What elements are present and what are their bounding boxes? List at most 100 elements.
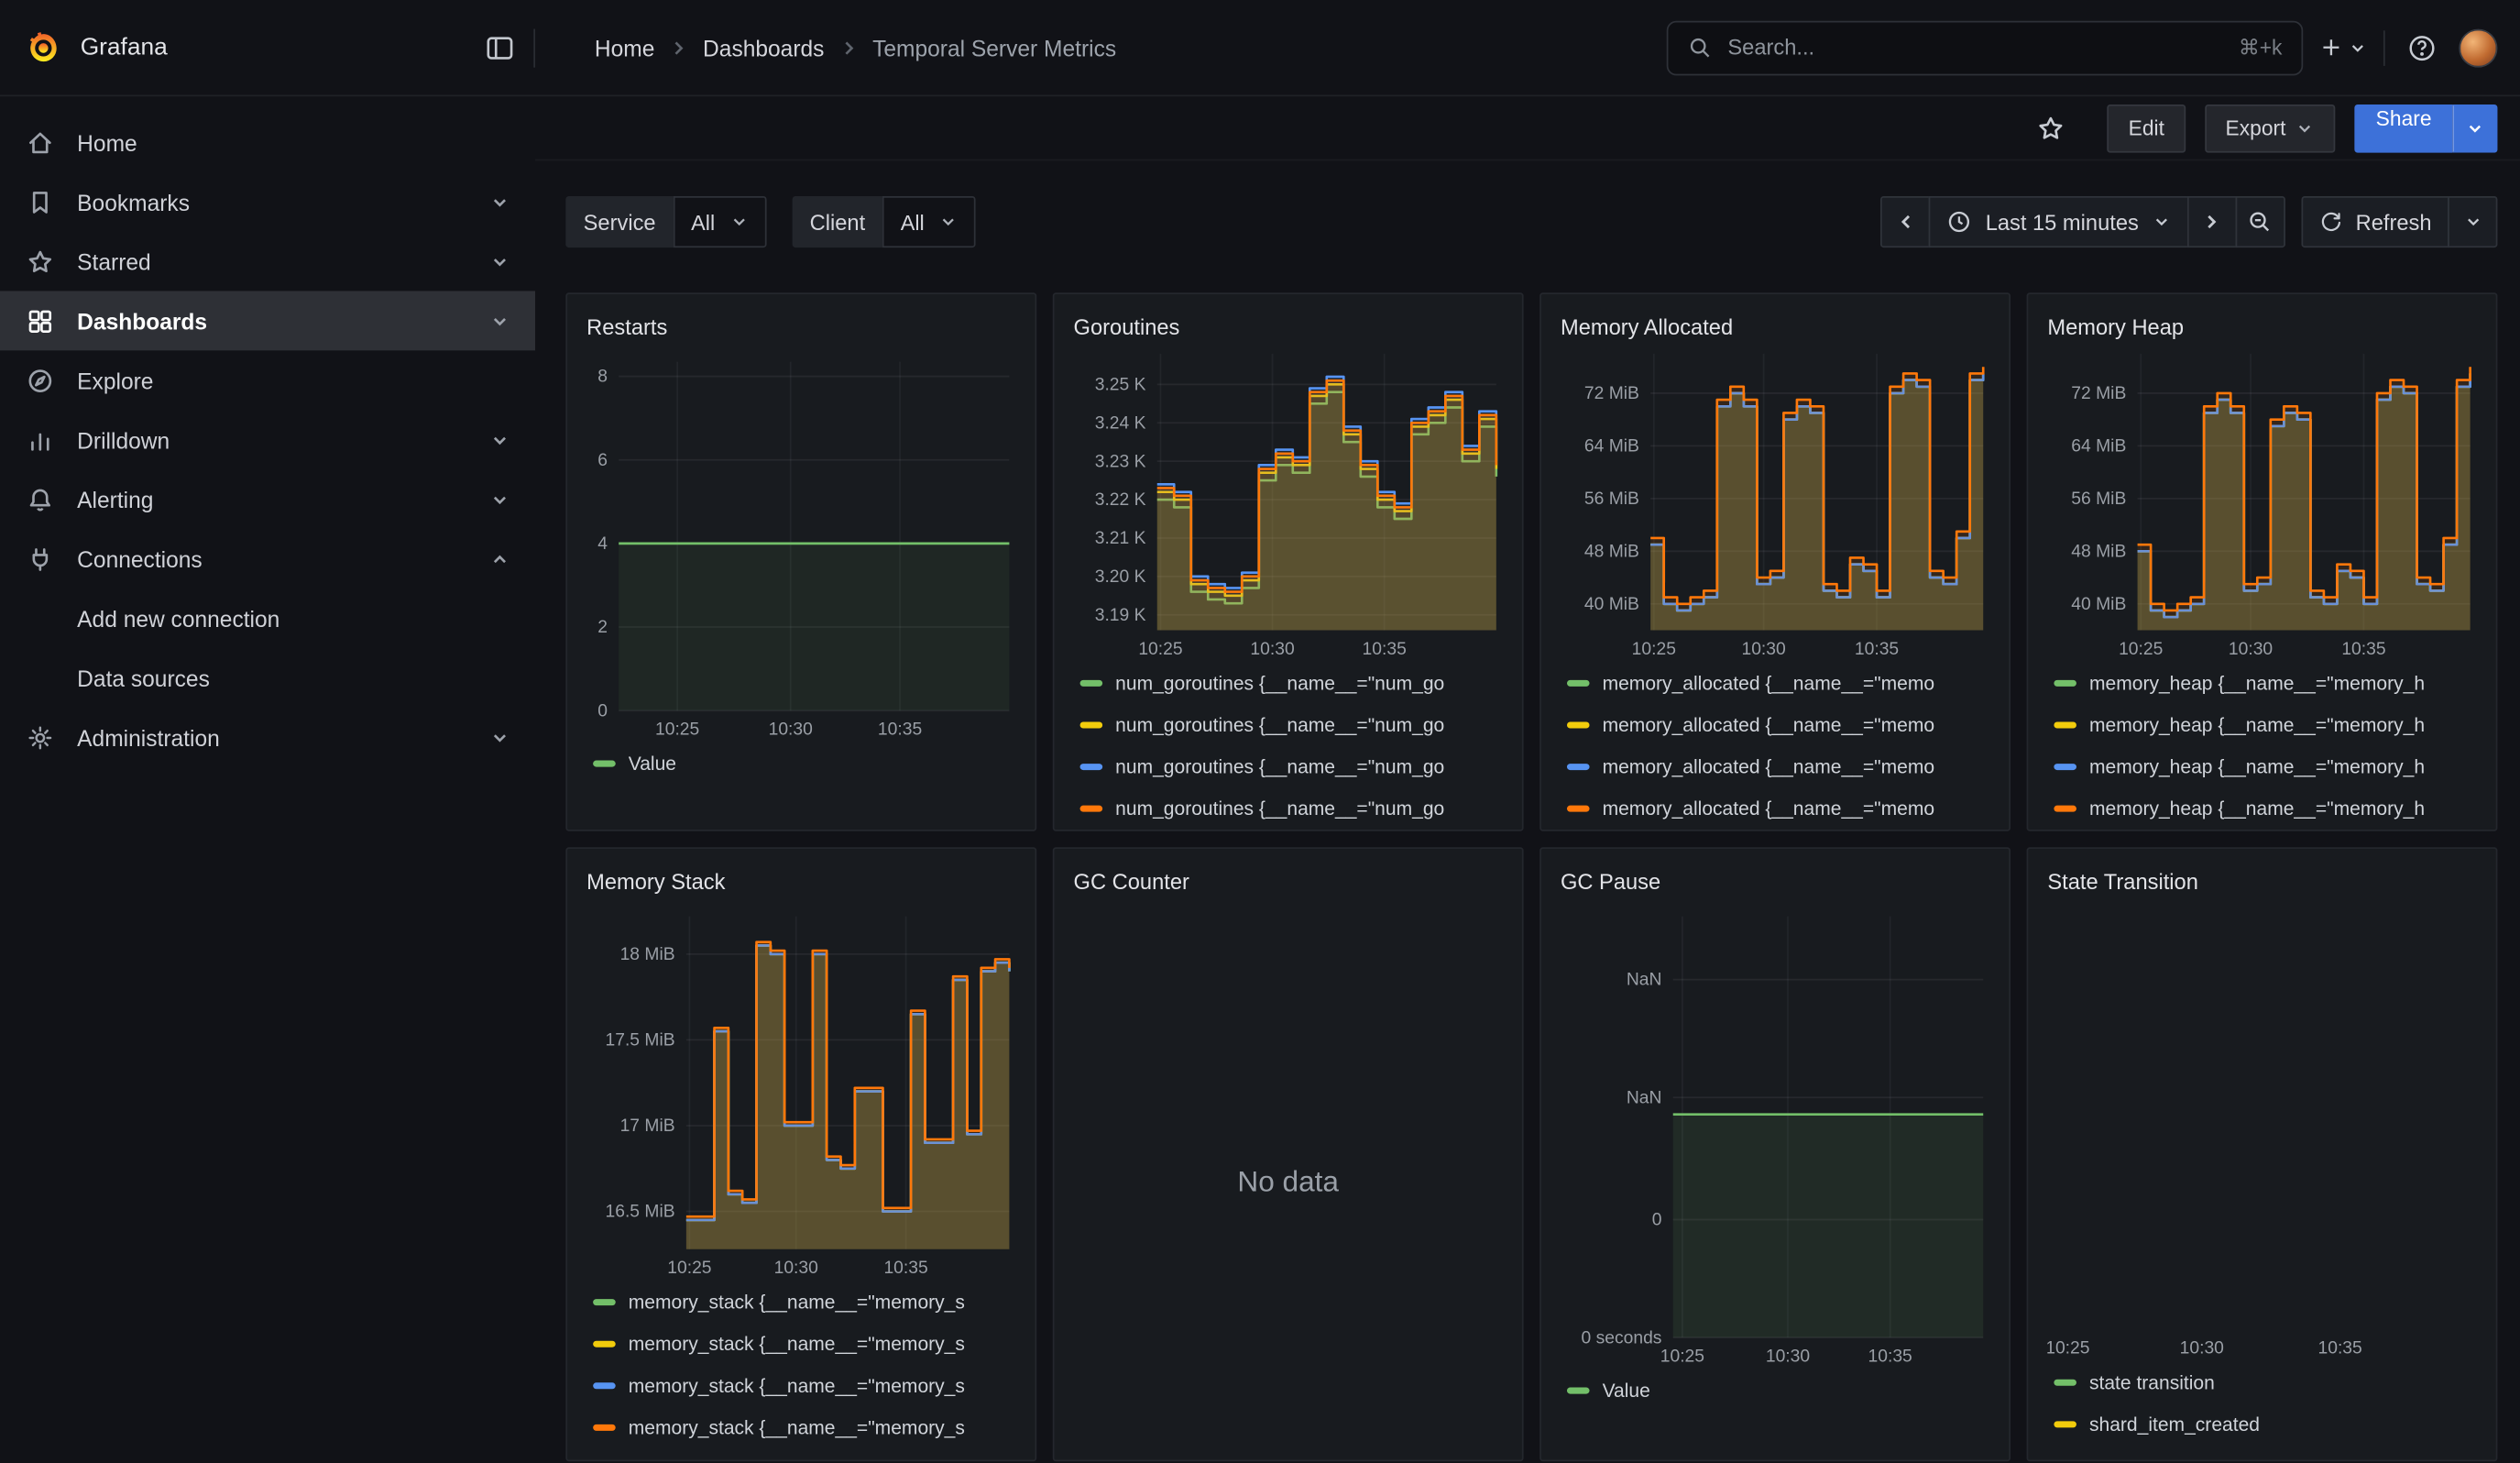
panel-title[interactable]: Memory Allocated — [1561, 307, 1989, 341]
star-icon — [2037, 114, 2066, 143]
legend-item[interactable]: memory_stack {__name__="memory_s — [593, 1365, 1015, 1407]
sidebar-item-data-sources[interactable]: Data sources — [0, 648, 535, 708]
time-series-chart[interactable]: 10:2510:3010:3572 MiB64 MiB56 MiB48 MiB4… — [2047, 341, 2480, 663]
panel-title[interactable]: GC Counter — [1074, 862, 1503, 904]
sidebar-item-add-new-connection[interactable]: Add new connection — [0, 588, 535, 648]
chevron-down-icon — [729, 213, 749, 232]
legend-item[interactable]: memory_allocated {__name__="memo — [1567, 746, 1989, 788]
drilldown-icon — [26, 425, 55, 455]
avatar[interactable] — [2459, 28, 2497, 67]
svg-text:3.25 K: 3.25 K — [1095, 375, 1146, 394]
legend-item[interactable]: state transition — [2054, 1361, 2476, 1403]
panel-title[interactable]: Restarts — [586, 307, 1015, 349]
chevron-down-icon[interactable] — [490, 728, 509, 747]
share-dropdown-button[interactable] — [2452, 104, 2497, 152]
chevron-down-icon[interactable] — [490, 192, 509, 212]
new-button[interactable] — [2319, 23, 2368, 72]
grafana-app: Grafana Home Dashboards Temporal Server … — [0, 0, 2520, 1463]
legend-swatch — [593, 1341, 616, 1348]
time-series-chart[interactable]: 10:2510:3010:3572 MiB64 MiB56 MiB48 MiB4… — [1561, 341, 1993, 663]
legend-item[interactable]: shard_item_created — [2054, 1403, 2476, 1446]
edit-button[interactable]: Edit — [2108, 104, 2186, 152]
time-shift-back-button[interactable] — [1881, 196, 1931, 248]
chevron-down-icon[interactable] — [490, 251, 509, 270]
svg-text:10:35: 10:35 — [1868, 1347, 1912, 1366]
sidebar-item-home[interactable]: Home — [0, 113, 535, 172]
sidebar-item-starred[interactable]: Starred — [0, 232, 535, 292]
zoom-out-button[interactable] — [2235, 196, 2284, 248]
favorite-star-button[interactable] — [2031, 104, 2073, 152]
panel-state-transition: State Transition 10:2510:3010:35 state t… — [2027, 847, 2498, 1461]
client-value-dropdown[interactable]: All — [882, 196, 975, 248]
sidebar-item-bookmarks[interactable]: Bookmarks — [0, 172, 535, 232]
variable-client: Client All — [792, 196, 976, 248]
chevron-down-icon[interactable] — [490, 490, 509, 509]
legend-item[interactable]: num_goroutines {__name__="num_go — [1080, 704, 1503, 746]
panel-title[interactable]: Memory Stack — [586, 862, 1015, 904]
breadcrumb-home[interactable]: Home — [595, 35, 655, 60]
legend-label: memory_stack {__name__="memory_s — [629, 1333, 965, 1356]
sidebar-item-dashboards[interactable]: Dashboards — [0, 291, 535, 350]
time-series-chart[interactable]: 10:2510:3010:3518 MiB17.5 MiB17 MiB16.5 … — [586, 904, 1019, 1282]
time-series-chart[interactable]: 10:2510:3010:3586420 — [586, 349, 1019, 743]
service-value-dropdown[interactable]: All — [674, 196, 766, 248]
legend-item[interactable]: memory_allocated {__name__="memo — [1567, 663, 1989, 705]
legend-item[interactable]: memory_heap {__name__="memory_h — [2054, 704, 2476, 746]
help-button[interactable] — [2401, 23, 2443, 72]
search-box[interactable]: ⌘+k — [1667, 20, 2304, 75]
panel-title[interactable]: State Transition — [2047, 862, 2476, 904]
share-button[interactable]: Share — [2355, 104, 2452, 152]
time-series-chart[interactable]: 10:2510:3010:35NaNNaN00 seconds — [1561, 904, 1993, 1370]
time-range-picker[interactable]: Last 15 minutes — [1929, 196, 2188, 248]
legend-item[interactable]: memory_heap {__name__="memory_h — [2054, 663, 2476, 705]
gear-icon — [26, 722, 55, 752]
breadcrumb: Home Dashboards Temporal Server Metrics — [595, 35, 1116, 60]
legend-item[interactable]: Value — [1567, 1370, 1989, 1412]
panel-title[interactable]: GC Pause — [1561, 862, 1989, 904]
breadcrumb-dashboards[interactable]: Dashboards — [703, 35, 824, 60]
panel-title[interactable]: Goroutines — [1074, 307, 1503, 341]
sidebar-item-connections[interactable]: Connections — [0, 529, 535, 588]
legend-item[interactable]: memory_allocated {__name__="memo — [1567, 787, 1989, 830]
variable-label: Client — [792, 196, 882, 248]
time-shift-forward-button[interactable] — [2186, 196, 2236, 248]
legend-item[interactable]: num_goroutines {__name__="num_go — [1080, 663, 1503, 705]
time-series-chart[interactable]: 10:2510:3010:35 — [2047, 904, 2480, 1362]
chevron-down-icon[interactable] — [490, 430, 509, 449]
sidebar-item-drilldown[interactable]: Drilldown — [0, 410, 535, 469]
sidebar-item-label: Drilldown — [77, 427, 170, 453]
mega-menu-toggle-icon[interactable] — [484, 31, 516, 63]
svg-text:56 MiB: 56 MiB — [2071, 490, 2126, 509]
sidebar-item-administration[interactable]: Administration — [0, 708, 535, 767]
chevron-up-icon[interactable] — [490, 549, 509, 568]
refresh-interval-dropdown[interactable] — [2448, 196, 2497, 248]
legend-item[interactable]: Value — [593, 742, 1015, 785]
svg-text:3.20 K: 3.20 K — [1095, 567, 1146, 587]
dashboards-grid-icon — [26, 306, 55, 336]
refresh-button[interactable]: Refresh — [2301, 196, 2449, 248]
svg-text:10:25: 10:25 — [667, 1259, 711, 1278]
svg-text:NaN: NaN — [1627, 1088, 1662, 1107]
svg-text:10:25: 10:25 — [1138, 640, 1182, 659]
export-button[interactable]: Export — [2205, 104, 2336, 152]
legend-label: num_goroutines {__name__="num_go — [1115, 714, 1444, 737]
grafana-logo-icon — [26, 29, 61, 65]
dashboard-main: Edit Export Share — [535, 96, 2520, 1463]
legend-item[interactable]: memory_heap {__name__="memory_h — [2054, 746, 2476, 788]
chevron-down-icon — [939, 213, 959, 232]
legend-item[interactable]: memory_heap {__name__="memory_h — [2054, 787, 2476, 830]
search-input[interactable] — [1727, 36, 2224, 60]
legend-item[interactable]: memory_stack {__name__="memory_s — [593, 1282, 1015, 1324]
legend-item[interactable]: memory_stack {__name__="memory_s — [593, 1323, 1015, 1365]
legend-item[interactable]: memory_allocated {__name__="memo — [1567, 704, 1989, 746]
sidebar-item-alerting[interactable]: Alerting — [0, 469, 535, 529]
legend-item[interactable]: num_goroutines {__name__="num_go — [1080, 746, 1503, 788]
legend-item[interactable]: memory_stack {__name__="memory_s — [593, 1407, 1015, 1449]
time-series-chart[interactable]: 10:2510:3010:353.25 K3.24 K3.23 K3.22 K3… — [1074, 341, 1507, 663]
legend-swatch — [1567, 764, 1590, 770]
sidebar: Home Bookmarks Starred Dashboards Explor… — [0, 96, 535, 1463]
panel-title[interactable]: Memory Heap — [2047, 307, 2476, 341]
chevron-down-icon[interactable] — [490, 311, 509, 330]
sidebar-item-explore[interactable]: Explore — [0, 350, 535, 410]
legend-item[interactable]: num_goroutines {__name__="num_go — [1080, 787, 1503, 830]
